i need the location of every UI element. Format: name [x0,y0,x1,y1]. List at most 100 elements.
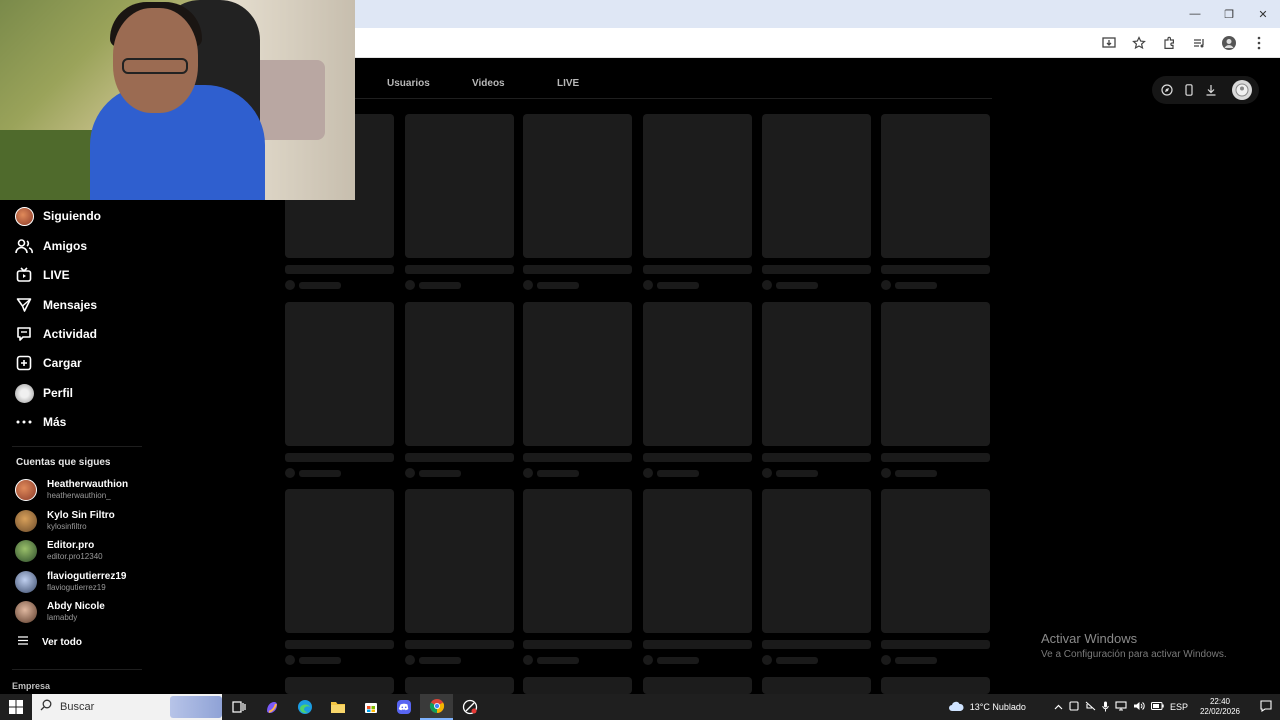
chrome-browser-icon[interactable] [420,694,453,720]
meet-now-icon[interactable] [1085,701,1096,713]
account-name: Heatherwauthion [47,479,129,490]
account-avatar [15,571,37,593]
nav-label: LIVE [43,268,70,282]
toolbar-icons [1096,28,1272,58]
upload-plus-icon [14,353,34,373]
profile-avatar-icon [14,383,34,403]
followed-account[interactable]: Abdy Nicole lamabdy [15,598,105,626]
video-card-skeleton[interactable] [881,302,990,478]
weather-cloud-icon[interactable] [948,701,964,714]
close-window-icon[interactable]: ✕ [1246,0,1280,28]
video-card-skeleton[interactable] [762,114,871,290]
edge-browser-icon[interactable] [288,694,321,720]
nav-more[interactable]: Más [14,409,66,435]
nav-label: Actividad [43,327,98,341]
activity-message-icon [14,324,34,344]
video-card-skeleton[interactable] [523,114,632,290]
nav-live[interactable]: LIVE [14,262,70,288]
video-card-skeleton[interactable] [881,114,990,290]
followed-account[interactable]: Heatherwauthion heatherwauthion_ [15,476,128,504]
phone-icon[interactable] [1180,81,1198,99]
weather-text[interactable]: 13°C Nublado [970,702,1026,712]
search-tabs: Usuarios Videos LIVE [355,58,992,99]
account-avatar [15,479,37,501]
discord-icon[interactable] [387,694,420,720]
tab-live[interactable]: LIVE [557,78,579,89]
show-hidden-icons-chevron-icon[interactable] [1054,702,1063,712]
notifications-icon[interactable] [1260,700,1272,714]
recording-app-icon[interactable] [453,694,486,720]
clock[interactable]: 22:40 22/02/2026 [1200,697,1240,717]
system-tray: 13°C Nublado ESP 22:40 22/02/2026 [948,694,1280,720]
video-card-skeleton[interactable] [643,677,752,694]
more-dots-icon [14,412,34,432]
compass-icon[interactable] [1158,81,1176,99]
download-icon[interactable] [1202,81,1220,99]
video-card-skeleton[interactable] [405,302,514,478]
bookmark-star-icon[interactable] [1126,30,1152,56]
language-indicator[interactable]: ESP [1170,702,1188,712]
following-section-title: Cuentas que sigues [16,457,111,468]
windows-taskbar: Buscar 13°C Nublado ESP 22:40 22/02/2026 [0,694,1280,720]
video-card-skeleton[interactable] [405,114,514,290]
live-tv-icon [14,265,34,285]
task-view-icon[interactable] [222,694,255,720]
microsoft-store-icon[interactable] [354,694,387,720]
video-card-skeleton[interactable] [285,489,394,665]
install-app-icon[interactable] [1096,30,1122,56]
video-card-skeleton[interactable] [285,677,394,694]
video-card-skeleton[interactable] [405,489,514,665]
video-card-skeleton[interactable] [285,302,394,478]
account-avatar [15,510,37,532]
copilot-icon[interactable] [255,694,288,720]
followed-account[interactable]: Kylo Sin Filtro kylosinfiltro [15,507,115,535]
see-all-button[interactable]: Ver todo [18,636,82,648]
volume-icon[interactable] [1133,701,1145,713]
followed-account[interactable]: Editor.pro editor.pro12340 [15,537,103,565]
nav-profile[interactable]: Perfil [14,380,73,406]
video-card-skeleton[interactable] [643,114,752,290]
video-card-skeleton[interactable] [405,677,514,694]
activation-title: Activar Windows [1041,631,1138,646]
microphone-icon[interactable] [1102,701,1109,714]
video-card-skeleton[interactable] [643,302,752,478]
browser-menu-icon[interactable] [1246,30,1272,56]
sidebar: Siguiendo Amigos LIVE Mensajes Actividad [0,200,284,694]
video-card-skeleton[interactable] [523,302,632,478]
taskbar-search[interactable]: Buscar [32,694,222,720]
nav-activity[interactable]: Actividad [14,321,97,347]
friends-icon [14,236,34,256]
tab-videos[interactable]: Videos [472,78,505,89]
company-link[interactable]: Empresa [12,681,50,691]
file-explorer-icon[interactable] [321,694,354,720]
video-card-skeleton[interactable] [762,489,871,665]
video-card-skeleton[interactable] [881,677,990,694]
followed-account[interactable]: flaviogutierrez19 flaviogutierrez19 [15,568,126,596]
account-handle: lamabdy [47,613,78,622]
restore-icon[interactable]: ❐ [1212,0,1246,28]
windows-start-icon[interactable] [0,694,32,720]
nav-upload[interactable]: Cargar [14,350,82,376]
minimize-icon[interactable]: — [1178,0,1212,28]
nav-messages[interactable]: Mensajes [14,292,97,318]
nav-friends[interactable]: Amigos [14,233,87,259]
video-card-skeleton[interactable] [762,677,871,694]
tray-app-icon[interactable] [1069,701,1079,713]
video-card-skeleton[interactable] [881,489,990,665]
search-label: Buscar [60,701,95,713]
video-card-skeleton[interactable] [523,677,632,694]
video-card-skeleton[interactable] [523,489,632,665]
user-avatar-icon[interactable] [1232,80,1252,100]
video-card-skeleton[interactable] [762,302,871,478]
video-card-skeleton[interactable] [643,489,752,665]
extensions-icon[interactable] [1156,30,1182,56]
tab-users[interactable]: Usuarios [387,78,430,89]
network-icon[interactable] [1115,701,1127,713]
battery-icon[interactable] [1150,702,1164,712]
nav-following[interactable]: Siguiendo [14,203,101,229]
profile-avatar-icon[interactable] [1216,30,1242,56]
media-control-icon[interactable] [1186,30,1212,56]
paper-plane-icon [14,295,34,315]
nav-label: Amigos [43,239,88,253]
clock-date: 22/02/2026 [1199,707,1240,716]
